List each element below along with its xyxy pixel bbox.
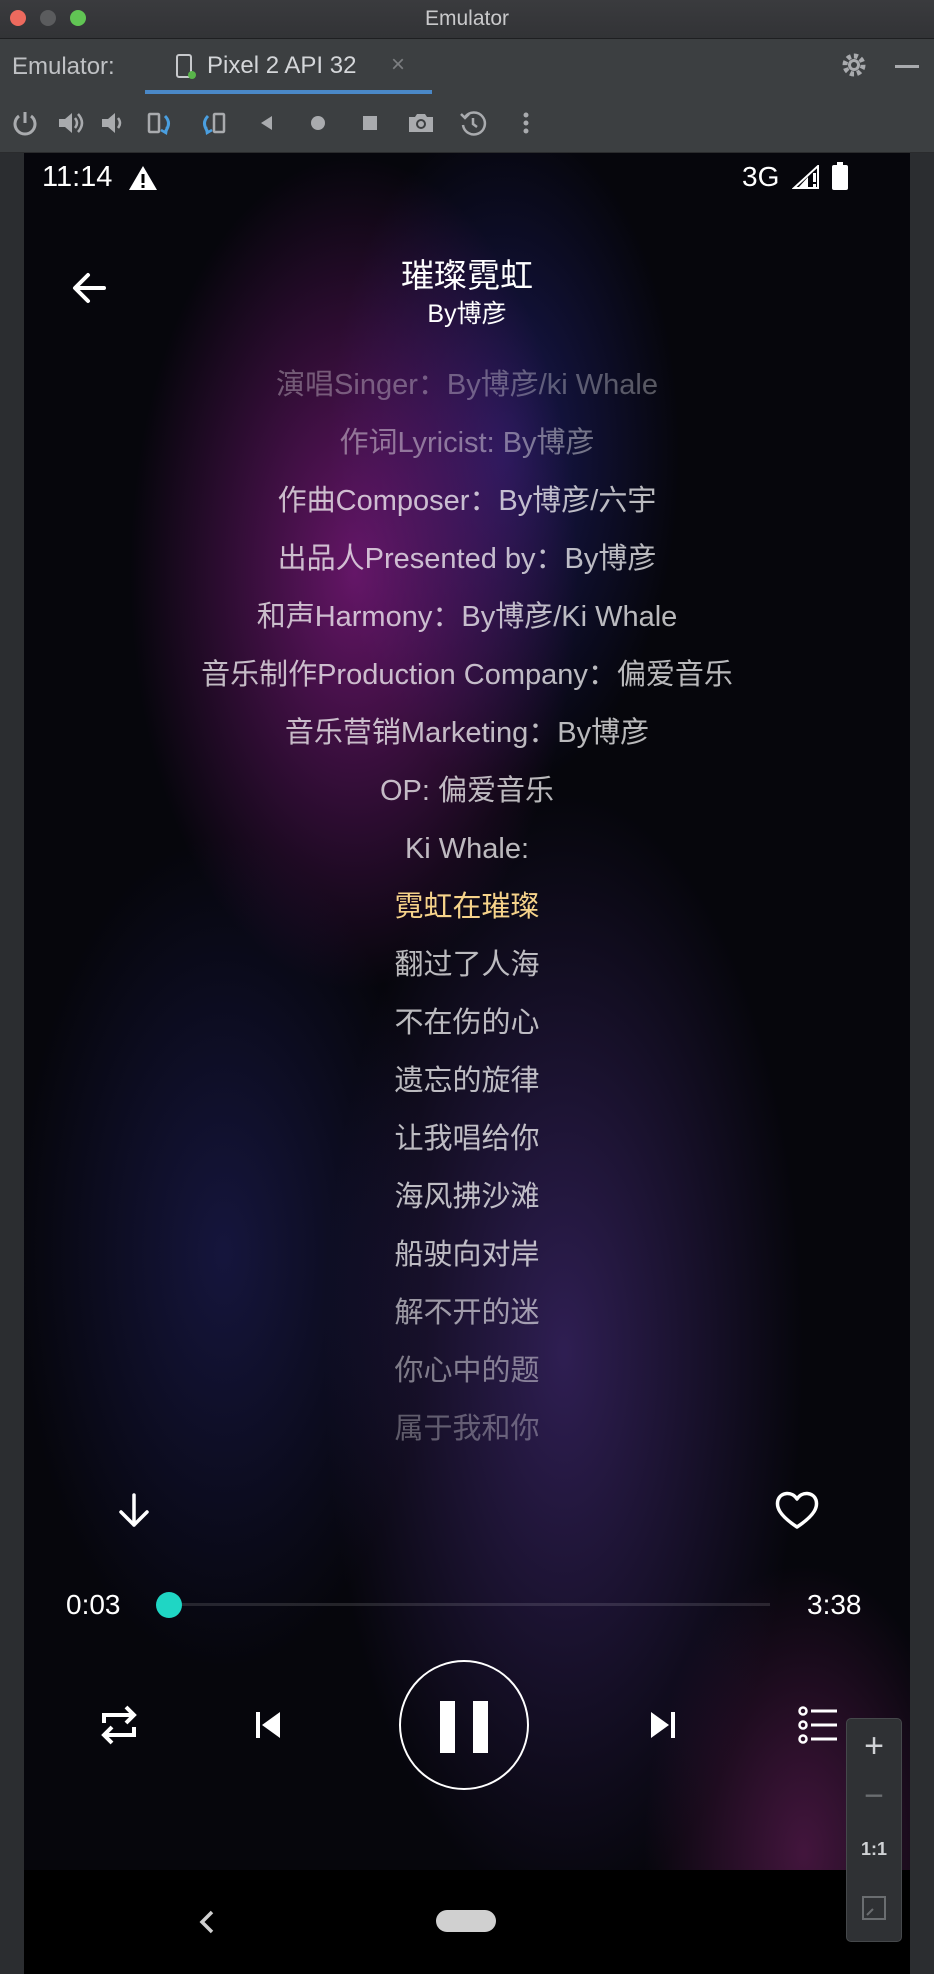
snapshot-icon[interactable] (458, 108, 488, 138)
nav-back-icon[interactable] (194, 1908, 218, 1936)
tab-pixel-2-api-32[interactable]: Pixel 2 API 32 × (145, 39, 432, 94)
warning-icon (129, 166, 157, 190)
song-artist: By博彦 (427, 300, 507, 328)
next-track-icon[interactable] (645, 1707, 681, 1743)
pause-button[interactable] (399, 1660, 529, 1790)
zoom-ratio-button[interactable]: 1:1 (847, 1839, 901, 1860)
more-icon[interactable] (511, 108, 541, 138)
fit-screen-icon[interactable] (861, 1895, 887, 1921)
tab-close-icon[interactable]: × (391, 51, 405, 79)
lyric-line[interactable]: 翻过了人海 (24, 936, 910, 994)
emulator-toolbar (0, 94, 934, 153)
progress-track[interactable] (170, 1603, 770, 1606)
battery-icon (832, 162, 848, 190)
rotate-right-icon[interactable] (198, 108, 228, 138)
lyric-line[interactable]: 出品人Presented by：By博彦 (24, 530, 910, 588)
zoom-in-button[interactable]: + (847, 1727, 901, 1766)
signal-icon (792, 165, 819, 189)
nav-home-pill[interactable] (436, 1910, 496, 1932)
zoom-out-button[interactable]: − (847, 1777, 901, 1816)
device-screen: 11:14 3G 璀璨霓虹 By博彦 演唱Singer：By博彦/ki Whal… (24, 153, 910, 1974)
tab-label: Pixel 2 API 32 (207, 52, 357, 79)
pause-icon-bar-right (473, 1701, 488, 1753)
gear-icon[interactable] (840, 51, 868, 79)
rotate-left-icon[interactable] (145, 108, 175, 138)
network-type: 3G (742, 161, 780, 192)
lyric-line[interactable]: OP: 偏爱音乐 (24, 762, 910, 820)
camera-icon[interactable] (406, 108, 436, 138)
previous-track-icon[interactable] (250, 1707, 286, 1743)
lyric-line[interactable]: Ki Whale: (24, 820, 910, 878)
volume-down-icon[interactable] (98, 108, 128, 138)
window-title: Emulator (424, 7, 510, 30)
zoom-panel: + − 1:1 (846, 1718, 902, 1942)
lyric-line[interactable]: 和声Harmony：By博彦/Ki Whale (24, 588, 910, 646)
overview-icon[interactable] (355, 108, 385, 138)
back-icon[interactable] (252, 108, 282, 138)
lyric-line[interactable]: 你心中的题 (24, 1342, 910, 1400)
status-bar: 11:14 3G (24, 153, 910, 203)
lyric-line[interactable]: 演唱Singer：By博彦/ki Whale (24, 356, 910, 414)
lyric-line[interactable]: 解不开的迷 (24, 1284, 910, 1342)
emulator-label: Emulator: (12, 53, 115, 80)
playlist-icon[interactable] (797, 1703, 841, 1747)
pause-icon-bar-left (440, 1701, 455, 1753)
volume-up-icon[interactable] (55, 108, 85, 138)
song-title: 璀璨霓虹 (401, 257, 533, 294)
repeat-icon[interactable] (94, 1701, 144, 1749)
lyric-line[interactable]: 作词Lyricist: By博彦 (24, 414, 910, 472)
device-phone-icon (176, 54, 196, 79)
lyric-line-current[interactable]: 霓虹在璀璨 (24, 878, 910, 936)
lyric-line[interactable]: 遗忘的旋律 (24, 1052, 910, 1110)
lyric-line[interactable]: 让我唱给你 (24, 1110, 910, 1168)
heart-icon[interactable] (774, 1489, 820, 1531)
lyric-line[interactable]: 属于我和你 (24, 1400, 910, 1458)
lyric-line[interactable]: 音乐营销Marketing：By博彦 (24, 704, 910, 762)
window-titlebar: Emulator (0, 0, 934, 39)
minimize-panel-icon[interactable] (895, 65, 919, 68)
lyric-line[interactable]: 不在伤的心 (24, 994, 910, 1052)
lyric-line[interactable]: 作曲Composer：By博彦/六宇 (24, 472, 910, 530)
lyrics-list[interactable]: 演唱Singer：By博彦/ki Whale 作词Lyricist: By博彦 作曲… (24, 356, 910, 1458)
power-icon[interactable] (10, 108, 40, 138)
current-time: 0:03 (66, 1589, 121, 1620)
android-nav-bar (24, 1870, 910, 1974)
home-icon[interactable] (303, 108, 333, 138)
total-time: 3:38 (807, 1589, 862, 1620)
emulator-tabbar: Emulator: Pixel 2 API 32 × (0, 39, 934, 94)
lyric-line[interactable]: 海风拂沙滩 (24, 1168, 910, 1226)
lyric-line[interactable]: 船驶向对岸 (24, 1226, 910, 1284)
download-icon[interactable] (112, 1489, 156, 1533)
status-time: 11:14 (42, 161, 113, 193)
progress-thumb[interactable] (156, 1592, 182, 1618)
lyric-line[interactable]: 音乐制作Production Company：偏爱音乐 (24, 646, 910, 704)
